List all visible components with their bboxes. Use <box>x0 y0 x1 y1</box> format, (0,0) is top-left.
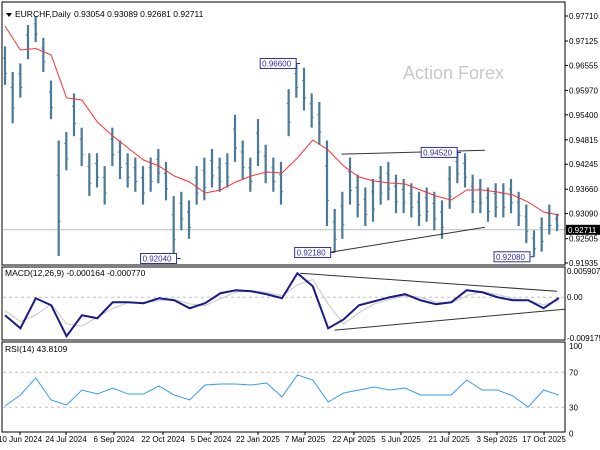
ohlc-readout: 0.93054 0.93089 0.92681 0.92711 <box>74 9 204 19</box>
rsi-axis-label: 0 <box>569 430 574 439</box>
annotation-label: 0.94520 <box>423 148 452 157</box>
macd-label: MACD(12,26,9) -0.000164 -0.000770 <box>5 268 146 278</box>
rsi-axis-label: 100 <box>569 342 583 351</box>
annotation-label: 0.92040 <box>143 255 172 264</box>
annotation-label: 0.92180 <box>297 249 326 258</box>
price-axis-label: 0.95400 <box>569 111 598 120</box>
rsi-axis-label: 30 <box>569 403 578 412</box>
date-axis-label: 22 Apr 2025 <box>332 435 376 444</box>
date-axis-label: 7 Mar 2025 <box>285 435 326 444</box>
macd-axis-label: 0.005907 <box>567 267 600 276</box>
annotation-label: 0.96600 <box>262 59 291 68</box>
date-axis-label: 5 Jun 2025 <box>381 435 421 444</box>
macd-axis-label: 0.00 <box>567 293 583 302</box>
symbol-label: EURCHF,Daily <box>15 9 71 19</box>
price-axis-label: 0.93660 <box>569 185 598 194</box>
date-axis-label: 3 Sep 2025 <box>477 435 518 444</box>
date-axis-label: 6 Sep 2024 <box>94 435 135 444</box>
date-axis-label: 24 Jul 2024 <box>45 435 87 444</box>
price-axis-label: 0.93090 <box>569 210 598 219</box>
rsi-axis-label: 70 <box>569 368 578 377</box>
price-axis-label: 0.96555 <box>569 61 598 70</box>
price-axis-label: 0.97125 <box>569 37 598 46</box>
date-axis-label: 17 Oct 2025 <box>522 435 566 444</box>
price-axis-label: 0.94815 <box>569 136 598 145</box>
rsi-label: RSI(14) 43.8109 <box>5 344 68 354</box>
watermark: Action Forex <box>403 63 504 83</box>
price-axis-label: 0.95970 <box>569 86 598 95</box>
current-price-label: 0.92711 <box>568 226 597 235</box>
price-axis-label: 0.97710 <box>569 12 598 21</box>
date-axis-label: 22 Oct 2024 <box>141 435 185 444</box>
date-axis-label: 5 Dec 2024 <box>191 435 232 444</box>
date-axis-label: 21 Jul 2025 <box>428 435 470 444</box>
annotation-label: 0.92080 <box>496 253 525 262</box>
price-axis-label: 0.92505 <box>569 235 598 244</box>
date-axis-label: 10 Jun 2024 <box>0 435 43 444</box>
chart-background <box>0 0 600 450</box>
eurchf-daily-chart[interactable]: Action Forex 0.96600 0.94520 0.92180 0.9204… <box>0 0 600 450</box>
date-axis-label: 22 Jan 2025 <box>236 435 281 444</box>
price-axis-label: 0.94245 <box>569 160 598 169</box>
